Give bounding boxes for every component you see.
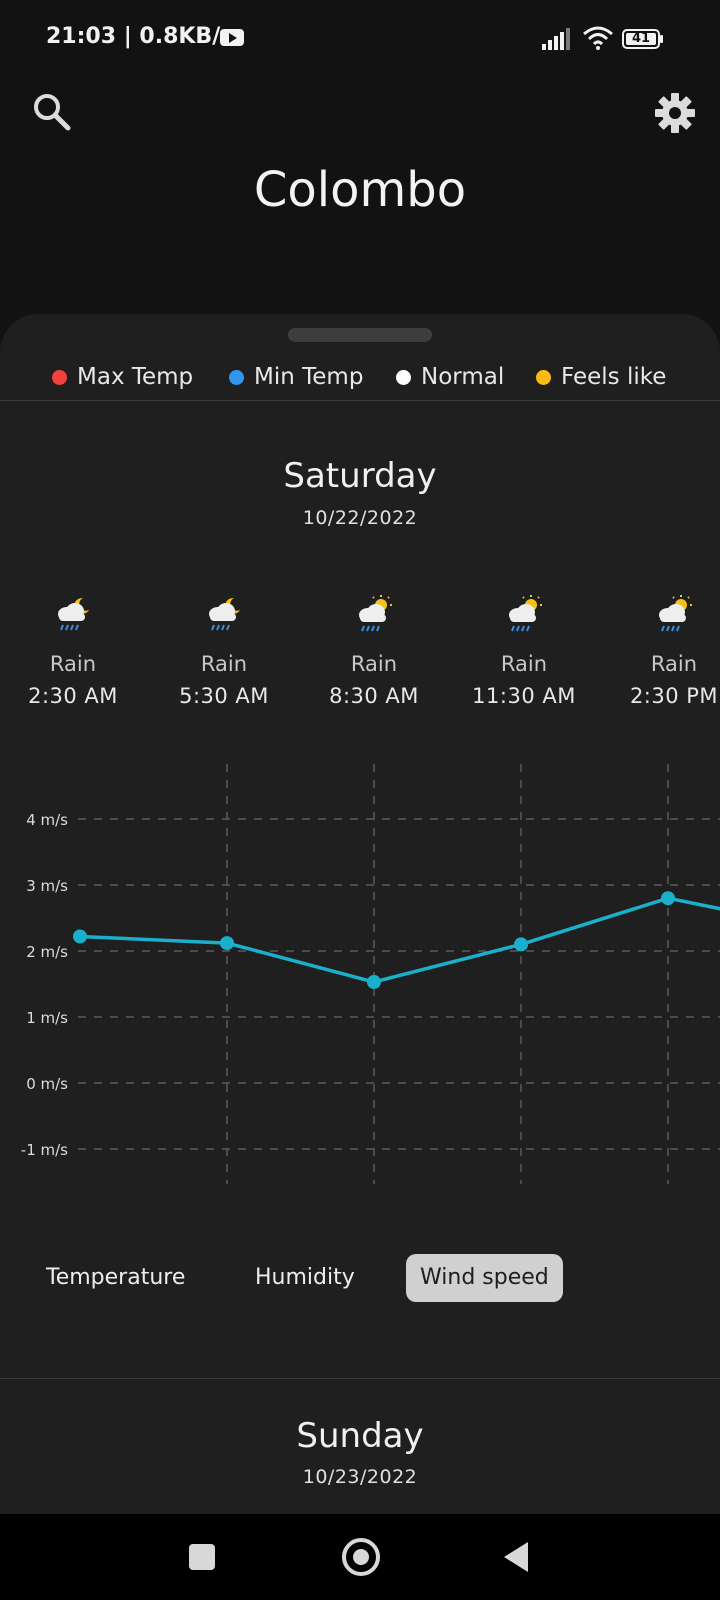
data-point[interactable] [661,891,675,906]
status-time-speed: 21:03 | 0.8KB/s [46,24,233,49]
divider [0,400,720,401]
legend-dot-feels-like [536,370,551,385]
legend-dot-max-temp [52,370,67,385]
forecast-condition: Rain [650,652,698,676]
hourly-forecast-row[interactable]: Rain 2:30 AM Rain 5:30 AM Rain 8:30 AM R… [0,594,720,714]
wind-speed-chart[interactable]: 4 m/s 3 m/s 2 m/s 1 m/s 0 m/s -1 m/s [0,754,720,1204]
data-point[interactable] [220,936,234,951]
series-line-wind-speed [79,896,720,984]
data-point[interactable] [73,929,87,944]
app-screen: 21:03 | 0.8KB/s 41 Colombo Max Temp Min … [0,0,720,1600]
battery-icon: 41 [622,29,664,49]
tab-temperature[interactable]: Temperature [32,1254,199,1302]
clock: 21:03 [46,24,117,49]
forecast-condition: Rain [500,652,548,676]
legend-label: Feels like [561,364,667,390]
legend-label: Max Temp [77,364,194,390]
home-button[interactable] [342,1538,380,1576]
day-rain-icon [509,595,542,632]
y-tick-label: 3 m/s [26,877,68,895]
forecast-time: 11:30 AM [472,684,576,708]
legend-item-feels-like: Feels like [536,354,666,400]
data-point[interactable] [514,937,528,952]
legend: Max Temp Min Temp Normal Feels like [0,354,720,400]
forecast-condition: Rain [200,652,248,676]
y-tick-label: 0 m/s [26,1075,68,1093]
forecast-sheet: Max Temp Min Temp Normal Feels like Satu… [0,314,720,1514]
day-rain-icon [359,595,392,632]
status-bar: 21:03 | 0.8KB/s 41 [0,0,720,80]
y-tick-label: 4 m/s [26,811,68,829]
day-date: 10/22/2022 [302,507,418,529]
recents-button[interactable] [189,1544,215,1570]
y-tick-label: 2 m/s [26,943,68,961]
city-title: Colombo [253,162,467,218]
day-date: 10/23/2022 [302,1466,418,1488]
wifi-icon [583,26,613,50]
forecast-condition: Rain [350,652,398,676]
youtube-notification-icon [220,29,244,46]
tab-humidity[interactable]: Humidity [241,1254,369,1302]
tab-wind-speed[interactable]: Wind speed [406,1254,563,1302]
day-name: Sunday [296,1416,424,1456]
forecast-item[interactable]: Rain 2:30 AM [3,594,143,708]
y-tick-label: 1 m/s [26,1009,68,1027]
night-rain-icon [209,597,240,631]
navigation-bar [0,1514,720,1600]
data-point[interactable] [367,975,381,990]
legend-dot-min-temp [229,370,244,385]
forecast-item[interactable]: Rain 11:30 AM [454,594,594,708]
forecast-time: 5:30 AM [179,684,269,708]
battery-level: 41 [631,31,651,46]
forecast-time: 2:30 AM [28,684,118,708]
drag-handle[interactable] [288,328,432,342]
night-rain-icon [58,597,89,631]
forecast-item[interactable]: Rain 5:30 AM [154,594,294,708]
back-button[interactable] [504,1542,528,1572]
metric-tabs: Temperature Humidity Wind speed [0,1254,720,1304]
legend-item-min-temp: Min Temp [229,354,363,400]
divider [0,1378,720,1379]
gear-icon[interactable] [654,92,696,134]
separator: | [123,24,140,49]
forecast-time: 2:30 PM [629,684,719,708]
legend-item-normal: Normal [396,354,504,400]
day-rain-icon [659,595,692,632]
forecast-condition: Rain [49,652,97,676]
forecast-item[interactable]: Rain 8:30 AM [304,594,444,708]
legend-label: Min Temp [254,364,364,390]
legend-item-max-temp: Max Temp [52,354,193,400]
forecast-time: 8:30 AM [329,684,419,708]
legend-dot-normal [396,370,411,385]
y-tick-label: -1 m/s [21,1141,68,1159]
signal-strength-icon [542,28,570,50]
legend-label: Normal [421,364,505,390]
forecast-item[interactable]: Rain 2:30 PM [604,594,720,708]
day-name: Saturday [283,456,437,496]
search-icon[interactable] [32,92,72,132]
